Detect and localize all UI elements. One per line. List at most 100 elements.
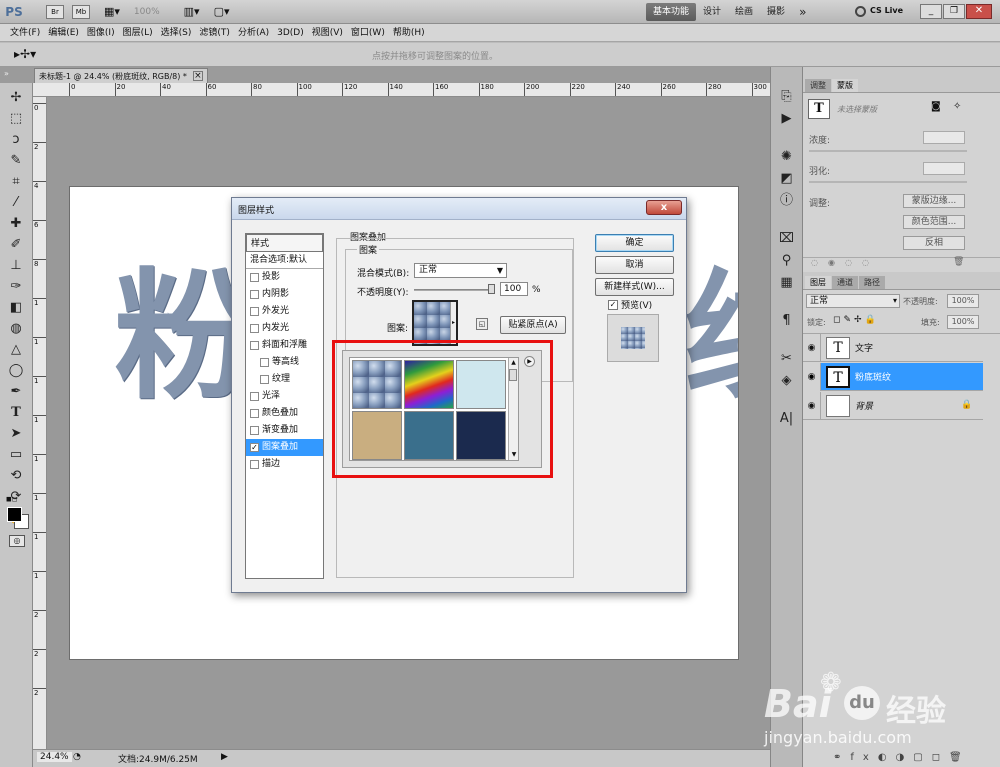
layer-row[interactable]: ◉ T 文字 xyxy=(803,333,983,362)
menu-layer[interactable]: 图层(L) xyxy=(119,24,157,42)
preview-checkbox[interactable]: ✓ xyxy=(608,299,618,310)
history-panel-icon[interactable]: ⎘ xyxy=(776,87,798,107)
tab-adjustments[interactable]: 调整 xyxy=(805,79,831,92)
pattern-picker-arrow-icon[interactable]: ▸ xyxy=(450,302,456,344)
pattern-swatch-bubbles[interactable] xyxy=(352,360,402,409)
pattern-picker[interactable]: ▸ xyxy=(412,300,458,346)
minimize-button[interactable]: _ xyxy=(920,4,942,19)
menu-edit[interactable]: 编辑(E) xyxy=(44,24,83,42)
status-menu-arrow-icon[interactable]: ▶ xyxy=(221,752,228,762)
paint-bucket-tool-icon[interactable]: ◍ xyxy=(6,319,26,339)
style-checkbox[interactable] xyxy=(260,358,269,367)
tab-masks[interactable]: 蒙版 xyxy=(832,79,858,92)
cancel-button[interactable]: 取消 xyxy=(595,256,674,274)
style-item[interactable]: 投影 xyxy=(246,269,323,286)
arrange-docs-icon[interactable]: ▥▾ xyxy=(184,5,200,18)
opacity-slider-track[interactable] xyxy=(414,289,494,291)
style-item[interactable]: 等高线 xyxy=(246,354,323,371)
blending-options-item[interactable]: 混合选项:默认 xyxy=(246,252,323,269)
brush-panel-icon[interactable]: ✂ xyxy=(776,349,798,369)
style-checkbox[interactable] xyxy=(250,392,259,401)
density-slider[interactable] xyxy=(809,150,967,152)
document-tab[interactable]: 未标题-1 @ 24.4% (粉底斑纹, RGB/8) * × xyxy=(34,68,208,83)
styles-header[interactable]: 样式 xyxy=(246,234,323,252)
pattern-menu-arrow-icon[interactable]: ▶ xyxy=(524,356,535,367)
layer-visibility-eye-icon[interactable]: ◉ xyxy=(803,362,821,391)
menu-3d[interactable]: 3D(D) xyxy=(273,24,308,42)
close-window-button[interactable]: ✕ xyxy=(966,4,992,19)
menu-select[interactable]: 选择(S) xyxy=(157,24,196,42)
menu-analysis[interactable]: 分析(A) xyxy=(234,24,273,42)
style-item[interactable]: 外发光 xyxy=(246,303,323,320)
view-extras-icon[interactable]: ▦▾ xyxy=(104,5,120,18)
pen-tool-icon[interactable]: ✒ xyxy=(6,382,26,402)
opacity-field[interactable]: 100 xyxy=(500,282,528,296)
pattern-swatch-teal[interactable] xyxy=(404,411,454,460)
style-checkbox[interactable] xyxy=(250,307,259,316)
workspace-painting[interactable]: 绘画 xyxy=(728,3,760,21)
workspace-design[interactable]: 设计 xyxy=(696,3,728,21)
menu-file[interactable]: 文件(F) xyxy=(6,24,44,42)
new-style-button[interactable]: 新建样式(W)... xyxy=(595,278,674,296)
pattern-swatch-dark-blue[interactable] xyxy=(456,411,506,460)
tab-channels[interactable]: 通道 xyxy=(832,276,858,289)
character-panel-icon[interactable]: A| xyxy=(776,409,798,429)
style-checkbox[interactable] xyxy=(250,460,259,469)
path-select-tool-icon[interactable]: ➤ xyxy=(6,424,26,444)
status-info-icon[interactable]: ◔ xyxy=(73,752,81,762)
cslive-icon[interactable] xyxy=(855,6,866,17)
invert-button[interactable]: 反相 xyxy=(903,236,965,250)
tab-layers[interactable]: 图层 xyxy=(805,276,831,289)
paragraph-panel-icon[interactable]: ¶ xyxy=(776,311,798,331)
history-brush-tool-icon[interactable]: ✑ xyxy=(6,277,26,297)
3d-rotate-tool-icon[interactable]: ⟲ xyxy=(6,466,26,486)
snap-to-origin-button[interactable]: 贴紧原点(A) xyxy=(500,316,566,334)
pattern-swatch-sand[interactable] xyxy=(352,411,402,460)
cslive-label[interactable]: CS Live xyxy=(870,6,903,15)
pattern-create-preset-icon[interactable]: ◱ xyxy=(476,318,488,330)
style-item[interactable]: 内发光 xyxy=(246,320,323,337)
scroll-thumb[interactable] xyxy=(509,369,517,381)
style-item[interactable]: 颜色叠加 xyxy=(246,405,323,422)
tab-paths[interactable]: 路径 xyxy=(859,276,885,289)
style-item[interactable]: 纹理 xyxy=(246,371,323,388)
maximize-button[interactable]: ❐ xyxy=(943,4,965,19)
dialog-titlebar[interactable]: 图层样式 x xyxy=(232,198,686,220)
info-panel-icon[interactable]: ⓘ xyxy=(776,191,798,211)
foreground-color-swatch[interactable] xyxy=(7,507,22,522)
quick-select-tool-icon[interactable]: ✎ xyxy=(6,151,26,171)
dialog-close-button[interactable]: x xyxy=(646,200,682,215)
clone-source-panel-icon[interactable]: ⚲ xyxy=(776,251,798,271)
clone-stamp-tool-icon[interactable]: ⊥ xyxy=(6,256,26,276)
workspace-essentials[interactable]: 基本功能 xyxy=(646,3,697,21)
pattern-swatch-rainbow[interactable] xyxy=(404,360,454,409)
dialog-blend-mode-select[interactable]: 正常 ▼ xyxy=(414,263,507,278)
eraser-tool-icon[interactable]: ◧ xyxy=(6,298,26,318)
actions-panel-icon[interactable]: ▶ xyxy=(776,109,798,129)
default-colors-icon[interactable]: ◼◻ xyxy=(6,495,18,503)
layer-opacity-field[interactable]: 100% xyxy=(947,294,979,308)
move-tool-preset-icon[interactable]: ▸✢▾ xyxy=(14,47,36,61)
style-checkbox[interactable] xyxy=(250,409,259,418)
swatches-panel-icon[interactable]: ✺ xyxy=(776,147,798,167)
tool-presets-panel-icon[interactable]: ▦ xyxy=(776,273,798,293)
style-item[interactable]: ✓ 图案叠加 xyxy=(246,439,323,456)
opacity-slider-thumb[interactable] xyxy=(488,284,495,294)
style-checkbox[interactable] xyxy=(250,273,259,282)
lasso-tool-icon[interactable]: ↄ xyxy=(6,130,26,150)
style-item[interactable]: 斜面和浮雕 xyxy=(246,337,323,354)
blur-tool-icon[interactable]: △ xyxy=(6,340,26,360)
layer-row-selected[interactable]: ◉ T 粉底斑纹 xyxy=(803,362,983,391)
style-item[interactable]: 描边 xyxy=(246,456,323,473)
scroll-down-arrow-icon[interactable]: ▼ xyxy=(509,450,518,460)
minibridge-icon[interactable]: Mb xyxy=(72,4,90,19)
workspace-photography[interactable]: 摄影 xyxy=(760,3,792,21)
density-field[interactable] xyxy=(923,131,965,144)
brush-tool-icon[interactable]: ✐ xyxy=(6,235,26,255)
more-workspaces-button[interactable]: » xyxy=(792,3,813,21)
mask-delete-icon[interactable]: 🗑 xyxy=(953,257,964,267)
fill-field[interactable]: 100% xyxy=(947,315,979,329)
style-checkbox[interactable] xyxy=(250,341,259,350)
layer-visibility-eye-icon[interactable]: ◉ xyxy=(803,333,821,362)
quick-mask-icon[interactable]: ◎ xyxy=(9,535,25,547)
